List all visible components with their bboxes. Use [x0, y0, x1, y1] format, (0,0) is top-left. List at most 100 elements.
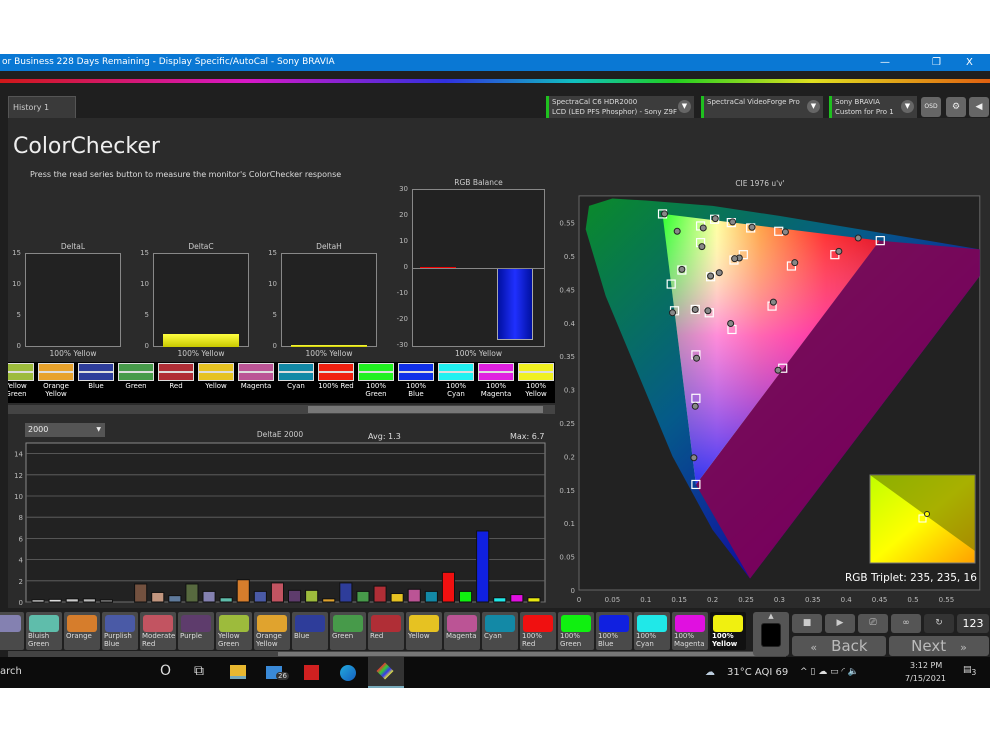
- swatch-item[interactable]: 100% Red: [318, 363, 354, 390]
- meter-selector[interactable]: SpectraCal C6 HDR2000 LCD (LED PFS Phosph…: [546, 96, 694, 118]
- swatch-scrollbar[interactable]: [8, 405, 555, 414]
- notification-icon[interactable]: ▤3: [963, 665, 976, 677]
- close-button[interactable]: X: [966, 54, 973, 71]
- system-tray[interactable]: ^ ▯ ☁ ▭ ◜ 🔈: [800, 667, 859, 677]
- swatch-item[interactable]: 100% Magenta: [478, 363, 514, 398]
- deltae-bar[interactable]: [270, 582, 284, 603]
- counter-button[interactable]: 123: [957, 614, 989, 633]
- deltae-bar[interactable]: [151, 591, 165, 603]
- deltae-bar[interactable]: [424, 590, 438, 603]
- gear-icon[interactable]: ⚙: [946, 97, 966, 117]
- deltae-bar[interactable]: [476, 530, 490, 603]
- play-button[interactable]: ▶: [825, 614, 855, 633]
- patch-button[interactable]: 100% Red: [520, 612, 556, 650]
- deltae-bar[interactable]: [288, 589, 302, 603]
- patch-button[interactable]: Magenta: [444, 612, 480, 650]
- deltae-bar[interactable]: [459, 590, 473, 603]
- deltae-bar[interactable]: [493, 597, 507, 603]
- patch-button[interactable]: Purple: [178, 612, 214, 650]
- swatch-item[interactable]: Red: [158, 363, 194, 390]
- patch-button[interactable]: Yellow Green: [216, 612, 252, 650]
- gift-icon[interactable]: [304, 665, 319, 680]
- stop-button[interactable]: ■: [792, 614, 822, 633]
- patch-button[interactable]: Orange Yellow: [254, 612, 290, 650]
- next-button[interactable]: Next »: [889, 636, 989, 656]
- swatch-item[interactable]: Magenta: [238, 363, 274, 390]
- deltae-bar[interactable]: [305, 589, 319, 603]
- read-button[interactable]: [761, 623, 781, 647]
- patch-button[interactable]: 100% Blue: [596, 612, 632, 650]
- scrollbar-thumb[interactable]: [308, 406, 543, 413]
- swatch-item[interactable]: Green: [118, 363, 154, 390]
- swatch-item[interactable]: 100% Cyan: [438, 363, 474, 398]
- swatch-item[interactable]: Yellow Green: [8, 363, 34, 398]
- deltae-bar[interactable]: [202, 590, 216, 603]
- read-control[interactable]: ▲: [753, 612, 789, 656]
- loop-button[interactable]: ∞: [891, 614, 921, 633]
- patch-button[interactable]: Moderate Red: [140, 612, 176, 650]
- collapse-icon[interactable]: ◀: [969, 97, 989, 117]
- clock-time[interactable]: 3:12 PM: [910, 661, 942, 670]
- tab-history-1[interactable]: History 1: [8, 96, 76, 118]
- patch-button[interactable]: Green: [330, 612, 366, 650]
- patch-button[interactable]: 100% Yellow: [710, 612, 746, 650]
- patch-button[interactable]: 100% Green: [558, 612, 594, 650]
- scrollbar-thumb[interactable]: [278, 652, 758, 656]
- swatch-item[interactable]: Orange Yellow: [38, 363, 74, 398]
- swatch-item[interactable]: 100% Blue: [398, 363, 434, 398]
- swatch-item[interactable]: 100% Green: [358, 363, 394, 398]
- deltae-formula-dropdown[interactable]: 2000 ▼: [25, 423, 105, 437]
- deltae-bar[interactable]: [390, 593, 404, 603]
- deltae-bar[interactable]: [31, 599, 45, 603]
- patch-button[interactable]: Purplish Blue: [102, 612, 138, 650]
- maximize-button[interactable]: ❐: [932, 54, 941, 71]
- patch-button[interactable]: Yellow: [406, 612, 442, 650]
- search-box[interactable]: arch: [0, 666, 22, 677]
- deltae-bar[interactable]: [48, 598, 62, 603]
- swatch-item[interactable]: Blue: [78, 363, 114, 390]
- save-button[interactable]: ⎚: [858, 614, 888, 633]
- patch-button[interactable]: er: [0, 612, 24, 650]
- deltae-bar[interactable]: [185, 583, 199, 603]
- task-view-icon[interactable]: ⧉: [194, 663, 204, 679]
- deltae-bar[interactable]: [65, 598, 79, 603]
- deltae-bar[interactable]: [441, 571, 455, 603]
- cortana-icon[interactable]: O: [160, 663, 171, 679]
- deltae-bar[interactable]: [134, 583, 148, 603]
- osd-button[interactable]: OSD: [921, 97, 941, 117]
- refresh-button[interactable]: ↻: [924, 614, 954, 633]
- patch-button[interactable]: Cyan: [482, 612, 518, 650]
- deltae-bar[interactable]: [373, 585, 387, 603]
- clock-date[interactable]: 7/15/2021: [905, 674, 946, 683]
- swatch-item[interactable]: 100% Yellow: [518, 363, 554, 398]
- calman-app-icon[interactable]: [368, 657, 404, 688]
- deltae-bar[interactable]: [527, 597, 541, 603]
- deltae-bar[interactable]: [82, 598, 96, 603]
- patch-button[interactable]: Orange: [64, 612, 100, 650]
- deltae-bar[interactable]: [99, 599, 114, 603]
- back-button[interactable]: « Back: [792, 636, 886, 656]
- minimize-button[interactable]: —: [880, 54, 890, 71]
- patch-button[interactable]: Red: [368, 612, 404, 650]
- deltae-bar[interactable]: [322, 598, 336, 603]
- deltae-bar[interactable]: [253, 590, 267, 603]
- deltae-bar[interactable]: [339, 582, 353, 603]
- patch-button[interactable]: 100% Cyan: [634, 612, 670, 650]
- patch-button[interactable]: 100% Magenta: [672, 612, 708, 650]
- deltae-bar[interactable]: [236, 579, 250, 603]
- deltae-bar[interactable]: [219, 597, 233, 603]
- patch-button[interactable]: Bluish Green: [26, 612, 62, 650]
- mail-icon[interactable]: 26: [266, 666, 289, 680]
- deltae-bar[interactable]: [168, 595, 182, 603]
- file-explorer-icon[interactable]: [230, 665, 246, 679]
- deltae-bar[interactable]: [407, 588, 421, 603]
- edge-browser-icon[interactable]: [340, 665, 356, 681]
- patch-button[interactable]: Blue: [292, 612, 328, 650]
- swatch-item[interactable]: Yellow: [198, 363, 234, 390]
- display-selector[interactable]: Sony BRAVIA Custom for Pro 1 ▼: [829, 96, 917, 118]
- deltae-bar[interactable]: [510, 594, 524, 603]
- generator-selector[interactable]: SpectraCal VideoForge Pro ▼: [701, 96, 823, 118]
- deltae-bar[interactable]: [356, 590, 370, 603]
- weather-text[interactable]: 31°C AQI 69: [727, 667, 788, 678]
- swatch-item[interactable]: Cyan: [278, 363, 314, 390]
